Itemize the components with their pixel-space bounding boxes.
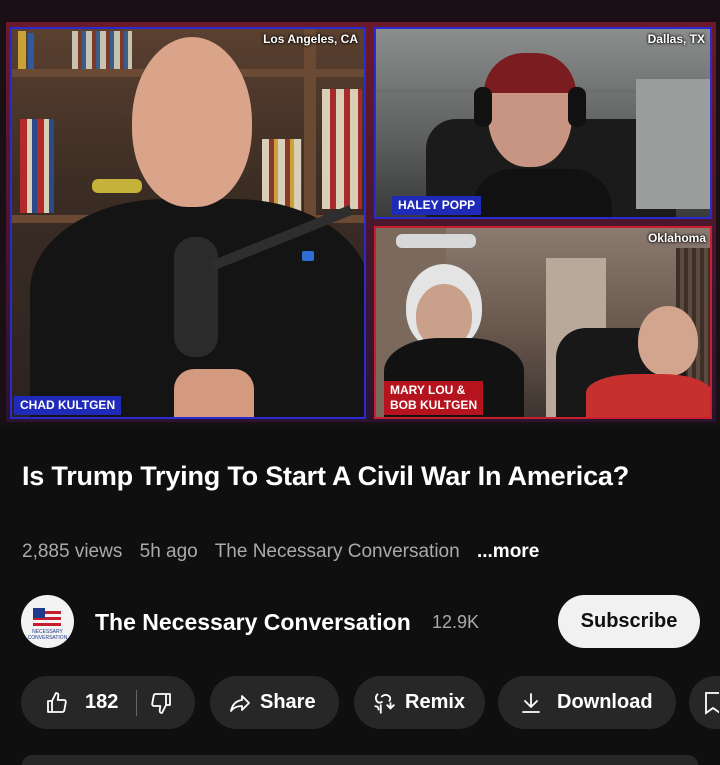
name-tag-line-2: BOB KULTGEN [390, 398, 478, 412]
name-tag-bottom-right: MARY LOU & BOB KULTGEN [384, 381, 484, 415]
video-tile-bottom-right: Oklahoma MARY LOU & BOB KULTGEN [374, 226, 712, 419]
remix-icon [371, 690, 397, 716]
thumbs-down-icon[interactable] [149, 691, 173, 715]
like-divider [136, 689, 138, 716]
download-label: Download [557, 691, 653, 713]
video-player[interactable]: Los Angeles, CA CHAD KULTGEN Dallas, TX … [0, 0, 720, 425]
video-tile-main: Los Angeles, CA CHAD KULTGEN [10, 27, 366, 419]
download-icon [519, 691, 543, 715]
action-bar: 182 Share Remix Download [0, 676, 720, 730]
avatar-text: NECESSARY CONVERSATION [27, 629, 68, 641]
remix-label: Remix [405, 691, 466, 713]
video-meta[interactable]: 2,885 views 5h ago The Necessary Convers… [22, 541, 551, 563]
remix-button[interactable]: Remix [354, 676, 485, 729]
description-panel-edge [22, 755, 698, 765]
thumbs-up-icon[interactable] [45, 691, 69, 715]
meta-channel-name: The Necessary Conversation [214, 541, 460, 562]
upload-age: 5h ago [139, 541, 198, 562]
location-label-bottom-right: Oklahoma [647, 231, 706, 245]
video-tile-top-right: Dallas, TX HALEY POPP [374, 27, 712, 219]
view-count: 2,885 views [22, 541, 123, 562]
share-arrow-icon [228, 691, 252, 715]
bookmark-icon [705, 691, 719, 715]
share-button[interactable]: Share [210, 676, 339, 729]
subscriber-count: 12.9K [432, 612, 480, 632]
channel-row: NECESSARY CONVERSATION The Necessary Con… [0, 592, 720, 652]
download-button[interactable]: Download [498, 676, 676, 729]
name-tag-line-1: MARY LOU & [390, 383, 466, 397]
channel-avatar[interactable]: NECESSARY CONVERSATION [21, 595, 74, 648]
like-dislike-group: 182 [21, 676, 195, 729]
channel-name[interactable]: The Necessary Conversation [95, 609, 411, 636]
like-count[interactable]: 182 [85, 691, 118, 714]
name-tag-main: CHAD KULTGEN [14, 396, 122, 415]
location-label-top-right: Dallas, TX [647, 32, 705, 46]
save-button[interactable] [689, 676, 720, 729]
share-label: Share [260, 691, 316, 713]
location-label-main: Los Angeles, CA [263, 32, 358, 46]
video-title[interactable]: Is Trump Trying To Start A Civil War In … [22, 458, 662, 494]
name-tag-top-right: HALEY POPP [392, 196, 482, 215]
more-link[interactable]: ...more [477, 541, 539, 562]
subscribe-button[interactable]: Subscribe [558, 595, 700, 648]
